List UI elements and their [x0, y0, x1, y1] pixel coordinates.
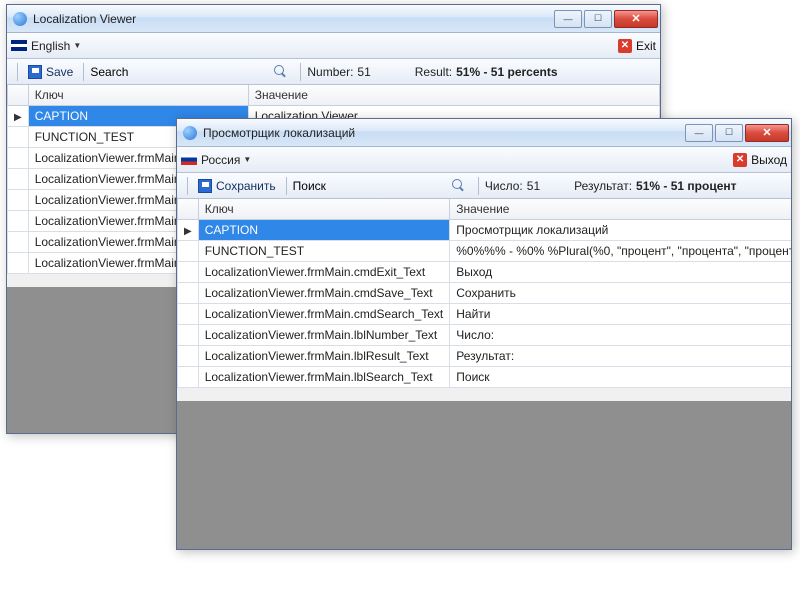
minimize-button[interactable]: —	[554, 10, 582, 28]
flag-ru-icon	[181, 154, 197, 165]
row-indicator	[178, 325, 199, 346]
cell-key[interactable]: FUNCTION_TEST	[198, 241, 450, 262]
row-indicator: ▶	[8, 106, 29, 127]
table-row[interactable]: LocalizationViewer.frmMain.lblSearch_Tex…	[178, 367, 792, 388]
action-toolbar: Save Search Number: 51 Result: 51% - 51 …	[7, 59, 660, 85]
number-label: Число:	[485, 179, 523, 193]
cell-key[interactable]: LocalizationViewer.frmMain.lblNumber_Tex…	[198, 325, 450, 346]
cell-key[interactable]: LocalizationViewer.frmMain.cmdSave_Text	[198, 283, 450, 304]
row-indicator	[8, 211, 29, 232]
row-indicator	[178, 304, 199, 325]
flag-uk-icon	[11, 40, 27, 51]
save-button[interactable]: Сохранить	[194, 177, 280, 195]
row-indicator	[178, 367, 199, 388]
row-indicator	[8, 148, 29, 169]
cell-value[interactable]: Число:	[450, 325, 791, 346]
language-toolbar: English ▼ ✕ Exit	[7, 33, 660, 59]
cell-key[interactable]: LocalizationViewer.frmMain.lblResult_Tex…	[198, 346, 450, 367]
maximize-button[interactable]: ☐	[715, 124, 743, 142]
result-label: Result:	[415, 65, 452, 79]
window-russian: Просмотрщик локализаций — ☐ ✕ Россия ▼ ✕…	[176, 118, 792, 550]
row-indicator: ▶	[178, 220, 199, 241]
row-indicator	[8, 253, 29, 274]
close-icon: ✕	[733, 153, 747, 167]
row-indicator	[178, 241, 199, 262]
cell-value[interactable]: Просмотрщик локализаций	[450, 220, 791, 241]
number-label: Number:	[307, 65, 353, 79]
exit-button[interactable]: ✕ Exit	[618, 39, 656, 53]
row-indicator	[178, 262, 199, 283]
row-header-gutter	[178, 199, 199, 220]
window-title: Localization Viewer	[33, 12, 552, 26]
window-title: Просмотрщик локализаций	[203, 126, 683, 140]
cell-value[interactable]: Выход	[450, 262, 791, 283]
language-label: Россия	[201, 153, 240, 167]
cell-value[interactable]: Найти	[450, 304, 791, 325]
save-icon	[198, 179, 212, 193]
column-header-value[interactable]: Значение	[450, 199, 791, 220]
cell-value[interactable]: Результат:	[450, 346, 791, 367]
row-indicator	[178, 283, 199, 304]
data-grid[interactable]: Ключ Значение ▶CAPTIONПросмотрщик локали…	[177, 199, 791, 549]
table-row[interactable]: LocalizationViewer.frmMain.lblResult_Tex…	[178, 346, 792, 367]
table-row[interactable]: LocalizationViewer.frmMain.cmdSave_TextС…	[178, 283, 792, 304]
save-button[interactable]: Save	[24, 63, 77, 81]
cell-value[interactable]: Поиск	[450, 367, 791, 388]
cell-key[interactable]: LocalizationViewer.frmMain.cmdExit_Text	[198, 262, 450, 283]
titlebar[interactable]: Localization Viewer — ☐ ✕	[7, 5, 660, 33]
table-row[interactable]: FUNCTION_TEST%0%%% - %0% %Plural(%0, "пр…	[178, 241, 792, 262]
table-row[interactable]: ▶CAPTIONПросмотрщик локализаций	[178, 220, 792, 241]
exit-label: Выход	[751, 153, 787, 167]
row-indicator	[8, 190, 29, 211]
close-button[interactable]: ✕	[745, 124, 789, 142]
cell-value[interactable]: Сохранить	[450, 283, 791, 304]
exit-label: Exit	[636, 39, 656, 53]
result-label: Результат:	[574, 179, 632, 193]
column-header-value[interactable]: Значение	[248, 85, 659, 106]
language-selector[interactable]: English ▼	[11, 39, 81, 53]
cell-value[interactable]: %0%%% - %0% %Plural(%0, "процент", "проц…	[450, 241, 791, 262]
minimize-button[interactable]: —	[685, 124, 713, 142]
row-indicator	[8, 232, 29, 253]
number-value: 51	[527, 179, 540, 193]
close-button[interactable]: ✕	[614, 10, 658, 28]
table-row[interactable]: LocalizationViewer.frmMain.lblNumber_Tex…	[178, 325, 792, 346]
search-label: Search	[90, 65, 128, 79]
cell-key[interactable]: LocalizationViewer.frmMain.cmdSearch_Tex…	[198, 304, 450, 325]
column-header-key[interactable]: Ключ	[198, 199, 450, 220]
language-selector[interactable]: Россия ▼	[181, 153, 251, 167]
save-icon	[28, 65, 42, 79]
titlebar[interactable]: Просмотрщик локализаций — ☐ ✕	[177, 119, 791, 147]
chevron-down-icon: ▼	[73, 41, 81, 50]
app-icon	[13, 12, 27, 26]
search-icon[interactable]	[452, 179, 466, 193]
row-indicator	[8, 127, 29, 148]
language-toolbar: Россия ▼ ✕ Выход	[177, 147, 791, 173]
result-value: 51% - 51 процент	[636, 179, 736, 193]
search-icon[interactable]	[274, 65, 288, 79]
result-value: 51% - 51 percents	[456, 65, 557, 79]
column-header-key[interactable]: Ключ	[28, 85, 248, 106]
maximize-button[interactable]: ☐	[584, 10, 612, 28]
app-icon	[183, 126, 197, 140]
table-row[interactable]: LocalizationViewer.frmMain.cmdExit_TextВ…	[178, 262, 792, 283]
row-header-gutter	[8, 85, 29, 106]
save-label: Save	[46, 65, 73, 79]
language-label: English	[31, 39, 70, 53]
action-toolbar: Сохранить Поиск Число: 51 Результат: 51%…	[177, 173, 791, 199]
exit-button[interactable]: ✕ Выход	[733, 153, 787, 167]
table-row[interactable]: LocalizationViewer.frmMain.cmdSearch_Tex…	[178, 304, 792, 325]
chevron-down-icon: ▼	[243, 155, 251, 164]
cell-key[interactable]: LocalizationViewer.frmMain.lblSearch_Tex…	[198, 367, 450, 388]
cell-key[interactable]: CAPTION	[198, 220, 450, 241]
row-indicator	[178, 346, 199, 367]
close-icon: ✕	[618, 39, 632, 53]
number-value: 51	[357, 65, 370, 79]
save-label: Сохранить	[216, 179, 276, 193]
row-indicator	[8, 169, 29, 190]
search-label: Поиск	[293, 179, 326, 193]
